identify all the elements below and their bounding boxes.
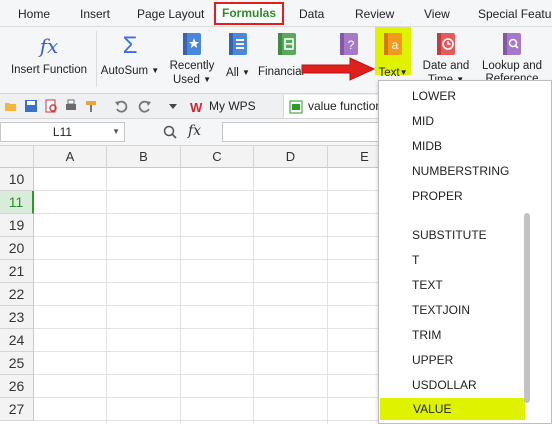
print-preview-icon[interactable] bbox=[44, 99, 58, 113]
menu-scrollbar-thumb[interactable] bbox=[524, 213, 530, 403]
date-time-label-1: Date and bbox=[422, 60, 470, 72]
menu-item-text[interactable]: TEXT bbox=[379, 274, 527, 296]
grid-line bbox=[106, 168, 107, 424]
recently-used-button[interactable]: Recently Used ▼ bbox=[166, 27, 218, 93]
save-icon[interactable] bbox=[24, 99, 38, 113]
autosum-button[interactable]: Σ AutoSum ▼ bbox=[100, 27, 160, 93]
tab-view[interactable]: View bbox=[424, 5, 450, 23]
column-header-c[interactable]: C bbox=[181, 146, 254, 168]
row-header-25[interactable]: 25 bbox=[0, 352, 34, 375]
chevron-down-icon: ▼ bbox=[399, 68, 408, 77]
doc-tab-value-function[interactable]: value function bbox=[283, 95, 383, 118]
menu-item-t[interactable]: T bbox=[379, 249, 527, 271]
row-header-22[interactable]: 22 bbox=[0, 283, 34, 306]
chevron-down-icon[interactable] bbox=[166, 99, 180, 113]
menu-item-midb[interactable]: MIDB bbox=[379, 135, 527, 157]
ribbon-separator bbox=[96, 31, 97, 87]
spreadsheet-file-icon bbox=[289, 100, 303, 114]
column-header-a[interactable]: A bbox=[34, 146, 107, 168]
column-header-b[interactable]: B bbox=[107, 146, 181, 168]
row-header-11[interactable]: 11 bbox=[0, 191, 34, 214]
all-label: All bbox=[226, 67, 239, 79]
menu-item-usdollar[interactable]: USDOLLAR bbox=[379, 374, 527, 396]
grid-line bbox=[327, 168, 328, 424]
tab-special-feature[interactable]: Special Feature bbox=[478, 5, 552, 23]
text-label: Text bbox=[378, 67, 400, 79]
lookup-label-1: Lookup and bbox=[481, 60, 543, 72]
star-book-icon bbox=[183, 33, 201, 55]
chevron-down-icon: ▼ bbox=[151, 66, 160, 75]
text-functions-menu: LOWER MID MIDB NUMBERSTRING PROPER SUBST… bbox=[378, 80, 552, 424]
chevron-down-icon: ▼ bbox=[242, 68, 250, 77]
svg-text:W: W bbox=[190, 100, 203, 113]
lookup-book-icon bbox=[503, 33, 521, 55]
svg-text:a: a bbox=[392, 38, 399, 52]
redo-icon[interactable] bbox=[138, 99, 152, 113]
grid-line bbox=[253, 168, 254, 424]
open-folder-icon[interactable] bbox=[4, 99, 18, 113]
tab-insert[interactable]: Insert bbox=[80, 5, 110, 23]
row-header-26[interactable]: 26 bbox=[0, 375, 34, 398]
undo-icon[interactable] bbox=[114, 99, 128, 113]
tab-formulas[interactable]: Formulas bbox=[214, 2, 285, 25]
menu-item-value[interactable]: VALUE bbox=[380, 398, 525, 420]
tab-home[interactable]: Home bbox=[18, 5, 50, 23]
menu-item-textjoin[interactable]: TEXTJOIN bbox=[379, 299, 527, 321]
ribbon-tab-bar: Home Insert Page Layout Formulas Data Re… bbox=[0, 0, 552, 27]
wps-logo-icon: W bbox=[190, 100, 203, 113]
sigma-icon: Σ bbox=[122, 32, 138, 59]
fx-icon[interactable]: fx bbox=[188, 123, 201, 139]
row-header-19[interactable]: 19 bbox=[0, 214, 34, 237]
list-book-icon bbox=[229, 33, 247, 55]
formula-input[interactable] bbox=[222, 122, 382, 142]
row-header-27[interactable]: 27 bbox=[0, 398, 34, 421]
tab-review[interactable]: Review bbox=[355, 5, 394, 23]
insert-function-label: Insert Function bbox=[10, 64, 88, 76]
doc-tab-my-wps-label: My WPS bbox=[209, 99, 256, 113]
zoom-search-icon[interactable] bbox=[163, 125, 177, 139]
menu-item-numberstring[interactable]: NUMBERSTRING bbox=[379, 160, 527, 182]
insert-function-button[interactable]: fx Insert Function bbox=[4, 27, 94, 93]
menu-item-proper[interactable]: PROPER bbox=[379, 185, 527, 207]
svg-text:?: ? bbox=[348, 38, 355, 52]
column-header-d[interactable]: D bbox=[254, 146, 328, 168]
recently-used-label-2: Used bbox=[173, 74, 200, 86]
logical-book-icon: ? bbox=[340, 33, 358, 55]
menu-item-mid[interactable]: MID bbox=[379, 110, 527, 132]
financial-book-icon bbox=[278, 33, 296, 55]
row-header-10[interactable]: 10 bbox=[0, 168, 34, 191]
chevron-down-icon: ▼ bbox=[112, 127, 120, 136]
menu-item-upper[interactable]: UPPER bbox=[379, 349, 527, 371]
name-box[interactable]: L11 ▼ bbox=[0, 122, 125, 142]
red-arrow-icon bbox=[301, 57, 376, 81]
doc-tab-my-wps[interactable]: W My WPS bbox=[185, 95, 256, 118]
all-functions-button[interactable]: All ▼ bbox=[222, 27, 254, 93]
row-header-24[interactable]: 24 bbox=[0, 329, 34, 352]
row-header-21[interactable]: 21 bbox=[0, 260, 34, 283]
menu-item-lower[interactable]: LOWER bbox=[379, 85, 527, 107]
select-all-corner[interactable] bbox=[0, 146, 34, 168]
tab-data[interactable]: Data bbox=[299, 5, 324, 23]
row-header-23[interactable]: 23 bbox=[0, 306, 34, 329]
row-header-20[interactable]: 20 bbox=[0, 237, 34, 260]
tab-page-layout[interactable]: Page Layout bbox=[137, 5, 204, 23]
print-icon[interactable] bbox=[64, 99, 78, 113]
menu-item-trim[interactable]: TRIM bbox=[379, 324, 527, 346]
doc-tab-value-function-label: value function bbox=[308, 99, 383, 113]
autosum-label: AutoSum bbox=[100, 65, 149, 77]
name-box-value: L11 bbox=[52, 125, 73, 139]
recently-used-label-1: Recently bbox=[169, 60, 215, 72]
chevron-down-icon: ▼ bbox=[203, 75, 211, 84]
grid-line bbox=[180, 168, 181, 424]
text-book-icon: a bbox=[384, 33, 402, 55]
fx-icon: fx bbox=[39, 34, 59, 58]
menu-item-substitute[interactable]: SUBSTITUTE bbox=[379, 224, 527, 246]
format-painter-icon[interactable] bbox=[84, 99, 98, 113]
clock-book-icon bbox=[437, 33, 455, 55]
